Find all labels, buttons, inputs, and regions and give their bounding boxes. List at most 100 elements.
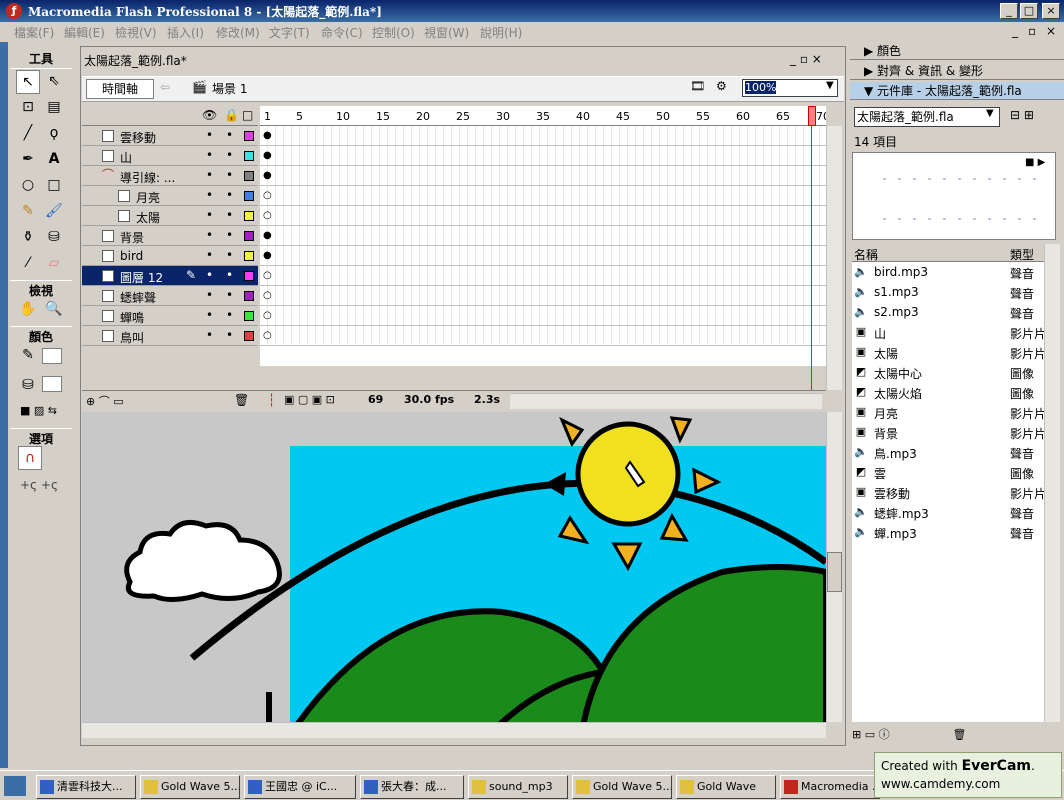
free-transform-tool-icon[interactable]: ⊡	[16, 96, 40, 120]
keyframe-marker[interactable]: ○	[263, 290, 272, 301]
edit-scene-icon[interactable]: 🎞	[690, 79, 705, 93]
library-col-name[interactable]: 名稱	[854, 246, 878, 263]
library-item[interactable]: ◩ 太陽火焰 圖像	[852, 382, 1044, 402]
visibility-dot[interactable]: •	[206, 288, 213, 302]
taskbar-button[interactable]: 張大春：成...	[360, 775, 464, 799]
timeline-hscroll[interactable]	[510, 393, 822, 409]
zoom-tool-icon[interactable]: 🔍	[42, 298, 66, 322]
visibility-dot[interactable]: •	[206, 168, 213, 182]
layer-row[interactable]: 圖層 12 ✎ • •	[82, 266, 258, 286]
lock-dot[interactable]: •	[226, 128, 233, 142]
fill-transform-tool-icon[interactable]: ▤	[42, 96, 66, 120]
layer-row[interactable]: 背景 • •	[82, 226, 258, 246]
frame-row[interactable]: ○	[260, 186, 826, 206]
lock-dot[interactable]: •	[226, 328, 233, 342]
eyedropper-tool-icon[interactable]: ⁄	[16, 252, 40, 276]
hand-tool-icon[interactable]: ✋	[16, 298, 40, 322]
stage-vscroll[interactable]	[826, 412, 842, 722]
layer-row[interactable]: 蟬鳴 • •	[82, 306, 258, 326]
menu-modify[interactable]: 修改(M)	[216, 24, 260, 41]
layer-outline-color[interactable]	[244, 191, 254, 201]
panel-color[interactable]: ▶ 顏色	[850, 42, 1064, 60]
library-item[interactable]: ◩ 太陽中心 圖像	[852, 362, 1044, 382]
visibility-dot[interactable]: •	[206, 268, 213, 282]
visibility-dot[interactable]: •	[206, 248, 213, 262]
stroke-color-swatch[interactable]	[42, 348, 62, 364]
library-item[interactable]: ▣ 太陽 影片片段	[852, 342, 1044, 362]
keyframe-marker[interactable]: ●	[263, 150, 272, 161]
layer-outline-color[interactable]	[244, 151, 254, 161]
back-arrow-icon[interactable]: ⇦	[160, 80, 170, 94]
oval-tool-icon[interactable]: ○	[16, 174, 40, 198]
library-item[interactable]: 🔈 蟬.mp3 聲音	[852, 522, 1044, 542]
keyframe-marker[interactable]: ○	[263, 210, 272, 221]
library-pin-icons[interactable]: ⊟ ⊞	[1010, 108, 1034, 122]
visibility-dot[interactable]: •	[206, 128, 213, 142]
library-document-select[interactable]: 太陽起落_範例.fla	[854, 107, 1000, 127]
frame-row[interactable]: ●	[260, 246, 826, 266]
layer-row[interactable]: bird • •	[82, 246, 258, 266]
library-item[interactable]: ▣ 月亮 影片片段	[852, 402, 1044, 422]
menu-file[interactable]: 檔案(F)	[14, 24, 54, 41]
menu-insert[interactable]: 插入(I)	[167, 24, 204, 41]
rectangle-tool-icon[interactable]: □	[42, 174, 66, 198]
layer-row[interactable]: ⌒ 導引線: ... • •	[82, 166, 258, 186]
layer-row[interactable]: 蟋蟀聲 • •	[82, 286, 258, 306]
visibility-dot[interactable]: •	[206, 188, 213, 202]
layer-outline-color[interactable]	[244, 211, 254, 221]
panel-align-info-transform[interactable]: ▶ 對齊 & 資訊 & 變形	[850, 62, 1064, 80]
frame-ruler[interactable]: 1510152025303540455055606570	[260, 106, 826, 126]
stroke-color-icon[interactable]: ✎	[16, 344, 40, 368]
stage[interactable]	[82, 412, 826, 722]
keyframe-marker[interactable]: ○	[263, 270, 272, 281]
layer-outline-color[interactable]	[244, 131, 254, 141]
visibility-dot[interactable]: •	[206, 308, 213, 322]
layer-row[interactable]: 山 • •	[82, 146, 258, 166]
library-select-dropdown-icon[interactable]: ▼	[986, 108, 994, 119]
library-col-type[interactable]: 類型	[1010, 246, 1034, 263]
library-item[interactable]: 🔈 鳥.mp3 聲音	[852, 442, 1044, 462]
taskbar-button[interactable]: Macromedia ...	[780, 775, 880, 799]
lock-dot[interactable]: •	[226, 188, 233, 202]
library-vscroll[interactable]	[1044, 244, 1060, 722]
minimize-button[interactable]: _	[1000, 3, 1018, 19]
taskbar-button[interactable]: Gold Wave	[676, 775, 776, 799]
keyframe-marker[interactable]: ●	[263, 170, 272, 181]
line-tool-icon[interactable]: ╱	[16, 122, 40, 146]
keyframe-marker[interactable]: ○	[263, 190, 272, 201]
center-frame-icon[interactable]: ┆	[268, 393, 275, 407]
fill-color-icon[interactable]: ⛁	[16, 374, 40, 398]
library-item[interactable]: 🔈 s2.mp3 聲音	[852, 302, 1044, 322]
preview-play-icon[interactable]: ■ ▶	[1025, 157, 1045, 168]
frame-row[interactable]: ○	[260, 266, 826, 286]
layer-row[interactable]: 鳥叫 • •	[82, 326, 258, 346]
lock-dot[interactable]: •	[226, 248, 233, 262]
pen-tool-icon[interactable]: ✒	[16, 148, 40, 172]
library-item[interactable]: 🔈 bird.mp3 聲音	[852, 262, 1044, 282]
menu-text[interactable]: 文字(T)	[269, 24, 310, 41]
eye-icon[interactable]: 👁	[202, 108, 217, 122]
keyframe-marker[interactable]: ●	[263, 230, 272, 241]
lasso-tool-icon[interactable]: ϙ	[42, 122, 66, 146]
lock-dot[interactable]: •	[226, 308, 233, 322]
layer-row[interactable]: 雲移動 • •	[82, 126, 258, 146]
menu-help[interactable]: 說明(H)	[480, 24, 522, 41]
frame-row[interactable]: ●	[260, 126, 826, 146]
lock-dot[interactable]: •	[226, 148, 233, 162]
pencil-tool-icon[interactable]: ✎	[16, 200, 40, 224]
onion-skin-icons[interactable]: ▣ ▢ ▣ ⊡	[284, 393, 335, 406]
lock-dot[interactable]: •	[226, 168, 233, 182]
taskbar-button[interactable]: 清雲科技大...	[36, 775, 136, 799]
taskbar-button[interactable]: sound_mp3	[468, 775, 568, 799]
keyframe-marker[interactable]: ●	[263, 250, 272, 261]
menu-edit[interactable]: 編輯(E)	[64, 24, 105, 41]
smooth-straighten-icons[interactable]: +ς +ς	[20, 478, 58, 492]
doc-restore-button[interactable]: ▫	[1028, 24, 1036, 38]
visibility-dot[interactable]: •	[206, 208, 213, 222]
visibility-dot[interactable]: •	[206, 148, 213, 162]
frame-row[interactable]: ○	[260, 306, 826, 326]
doc-close-button[interactable]: ×	[1046, 24, 1056, 38]
outline-icon[interactable]: □	[242, 108, 253, 122]
doc-minimize-button[interactable]: _	[1012, 24, 1018, 38]
maximize-button[interactable]: □	[1020, 3, 1038, 19]
